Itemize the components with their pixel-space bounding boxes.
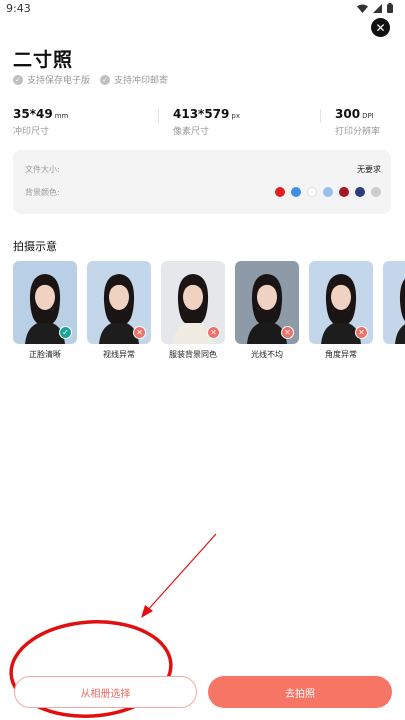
sample-photo: ✕ bbox=[235, 261, 299, 344]
sample-photo: ✕ bbox=[87, 261, 151, 344]
file-size-value: 无要求 bbox=[357, 164, 381, 174]
feature-item: ✓ 支持保存电子版 bbox=[13, 73, 90, 86]
sample-label: 错 bbox=[383, 349, 405, 360]
sample-photo-card: ✓ 正脸清晰 bbox=[13, 261, 77, 360]
sample-label: 服装背景同色 bbox=[169, 350, 217, 359]
sample-photo: ✓ bbox=[13, 261, 77, 344]
feature-item: ✓ 支持冲印邮寄 bbox=[100, 73, 168, 86]
sample-photo: ✕ bbox=[383, 261, 405, 344]
spec-label: 打印分辨率 bbox=[335, 127, 381, 137]
status-icons bbox=[357, 3, 393, 13]
feature-label: 支持保存电子版 bbox=[27, 76, 91, 86]
sample-photo-list: ✓正脸清晰✕视线异常✕服装背景同色✕光线不均✕角度异常✕错 bbox=[13, 261, 405, 361]
spec-unit: DPI bbox=[362, 112, 374, 120]
choose-from-album-button[interactable]: 从相册选择 bbox=[14, 676, 197, 708]
wifi-icon bbox=[357, 4, 368, 13]
status-bar: 9:43 bbox=[0, 0, 405, 18]
file-size-label: 文件大小: bbox=[25, 164, 60, 174]
close-button[interactable]: ✕ bbox=[371, 18, 390, 37]
section-title: 拍摄示意 bbox=[13, 240, 57, 253]
spec-resolution: 300 DPI 打印分辨率 bbox=[335, 103, 380, 137]
color-swatch bbox=[275, 187, 285, 197]
close-icon: ✕ bbox=[375, 20, 386, 35]
sample-photo: ✕ bbox=[309, 261, 373, 344]
spec-unit: px bbox=[231, 112, 240, 120]
spec-label: 冲印尺寸 bbox=[13, 127, 50, 137]
signal-icon bbox=[373, 3, 382, 13]
spec-row: 35*49 mm 冲印尺寸 413*579 px 像素尺寸 300 DPI 打印分辨率 bbox=[13, 103, 393, 137]
sample-label: 视线异常 bbox=[103, 350, 135, 359]
spec-value: 413*579 bbox=[173, 107, 230, 121]
sample-photo: ✕ bbox=[161, 261, 225, 344]
status-time: 9:43 bbox=[6, 2, 31, 15]
check-icon: ✓ bbox=[59, 326, 72, 339]
check-circle-icon: ✓ bbox=[100, 74, 111, 85]
sample-photo-card: ✕错 bbox=[383, 261, 405, 360]
spec-value: 300 bbox=[335, 107, 361, 121]
page-title: 二寸照 bbox=[13, 49, 74, 71]
battery-icon bbox=[387, 3, 393, 13]
take-photo-button[interactable]: 去拍照 bbox=[208, 676, 392, 708]
cross-icon: ✕ bbox=[355, 326, 368, 339]
file-size-row: 文件大小: 无要求 bbox=[25, 161, 381, 177]
spec-print-size: 35*49 mm 冲印尺寸 bbox=[13, 103, 68, 137]
color-swatch bbox=[291, 187, 301, 197]
annotation-arrow-head bbox=[141, 605, 153, 618]
divider bbox=[158, 109, 159, 123]
sample-photo-card: ✕ 视线异常 bbox=[87, 261, 151, 360]
sample-photo-card: ✕ 光线不均 bbox=[235, 261, 299, 360]
spec-pixel-size: 413*579 px 像素尺寸 bbox=[173, 103, 240, 137]
sample-photo-card: ✕ 服装背景同色 bbox=[161, 261, 225, 360]
info-card: 文件大小: 无要求 背景颜色: bbox=[13, 150, 391, 214]
cross-icon: ✕ bbox=[133, 326, 146, 339]
cross-icon: ✕ bbox=[207, 326, 220, 339]
cross-icon: ✕ bbox=[281, 326, 294, 339]
annotation-arrow-line bbox=[145, 533, 217, 613]
color-swatches bbox=[275, 187, 381, 197]
bg-color-label: 背景颜色: bbox=[25, 187, 60, 197]
portrait-illustration bbox=[395, 278, 405, 344]
spec-value: 35*49 bbox=[13, 107, 53, 121]
sample-label: 角度异常 bbox=[325, 350, 357, 359]
check-circle-icon: ✓ bbox=[13, 74, 23, 85]
color-swatch bbox=[355, 187, 365, 197]
color-swatch bbox=[339, 187, 349, 197]
color-swatch bbox=[371, 187, 381, 197]
feature-label: 支持冲印邮寄 bbox=[114, 76, 169, 86]
color-swatch bbox=[307, 187, 317, 197]
bg-color-row: 背景颜色: bbox=[25, 184, 381, 200]
sample-label: 正脸清晰 bbox=[29, 350, 61, 359]
spec-unit: mm bbox=[54, 112, 69, 120]
sample-label: 光线不均 bbox=[251, 350, 283, 359]
divider bbox=[320, 109, 321, 123]
spec-label: 像素尺寸 bbox=[173, 127, 210, 137]
sample-photo-card: ✕ 角度异常 bbox=[309, 261, 373, 360]
feature-list: ✓ 支持保存电子版 ✓ 支持冲印邮寄 bbox=[13, 73, 168, 86]
color-swatch bbox=[323, 187, 333, 197]
